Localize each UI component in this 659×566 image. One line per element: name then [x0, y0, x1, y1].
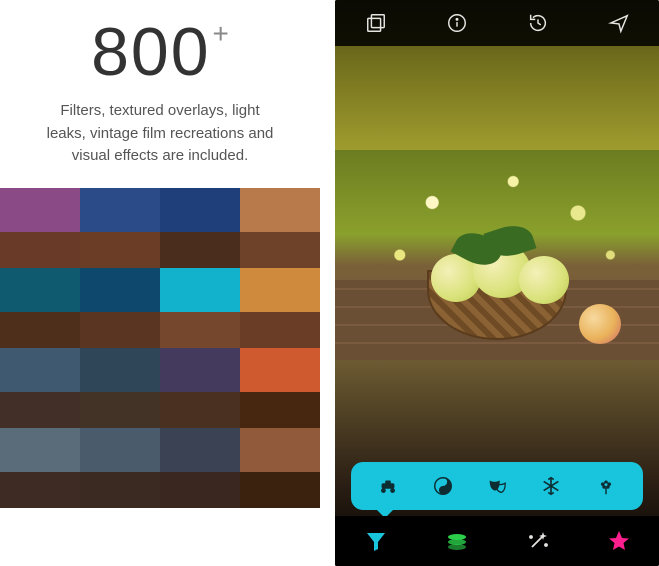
- editor-panel: [335, 0, 659, 566]
- share-icon[interactable]: [605, 9, 633, 37]
- filter-thumb[interactable]: [0, 348, 80, 428]
- filter-thumb[interactable]: [160, 348, 240, 428]
- theater-masks-icon[interactable]: [484, 473, 510, 499]
- filter-thumb[interactable]: [80, 268, 160, 348]
- filter-thumb[interactable]: [80, 188, 160, 268]
- filter-thumb[interactable]: [80, 428, 160, 508]
- edited-photo[interactable]: [335, 150, 659, 360]
- wand-icon[interactable]: [523, 526, 553, 556]
- overlay-gradient-bottom: [335, 360, 659, 566]
- yinyang-icon[interactable]: [430, 473, 456, 499]
- filter-thumb[interactable]: [0, 428, 80, 508]
- filter-thumb[interactable]: [240, 188, 320, 268]
- vehicle-icon[interactable]: [375, 473, 401, 499]
- editor-top-bar: [335, 0, 659, 46]
- history-icon[interactable]: [524, 9, 552, 37]
- photo-stack-icon[interactable]: [362, 9, 390, 37]
- filter-thumb[interactable]: [160, 428, 240, 508]
- funnel-icon[interactable]: [361, 526, 391, 556]
- headline: 800+: [0, 0, 320, 86]
- filter-thumb[interactable]: [160, 188, 240, 268]
- layers-icon[interactable]: [442, 526, 472, 556]
- filter-thumb[interactable]: [160, 268, 240, 348]
- editor-bottom-nav: [335, 516, 659, 566]
- star-icon[interactable]: [604, 526, 634, 556]
- filter-count: 800: [91, 18, 210, 86]
- filter-thumb[interactable]: [80, 348, 160, 428]
- filter-thumb[interactable]: [240, 348, 320, 428]
- filter-thumb[interactable]: [0, 268, 80, 348]
- filter-thumb[interactable]: [0, 188, 80, 268]
- promo-panel: 800+ Filters, textured overlays, light l…: [0, 0, 320, 566]
- canvas-area: [335, 0, 659, 566]
- filter-category-popup: [351, 462, 643, 510]
- plus-symbol: +: [213, 18, 229, 49]
- filter-thumb[interactable]: [240, 428, 320, 508]
- promo-subtitle: Filters, textured overlays, light leaks,…: [0, 86, 320, 168]
- snowflake-icon[interactable]: [538, 473, 564, 499]
- filter-grid: [0, 188, 320, 566]
- flower-icon[interactable]: [593, 473, 619, 499]
- filter-thumb[interactable]: [240, 268, 320, 348]
- info-icon[interactable]: [443, 9, 471, 37]
